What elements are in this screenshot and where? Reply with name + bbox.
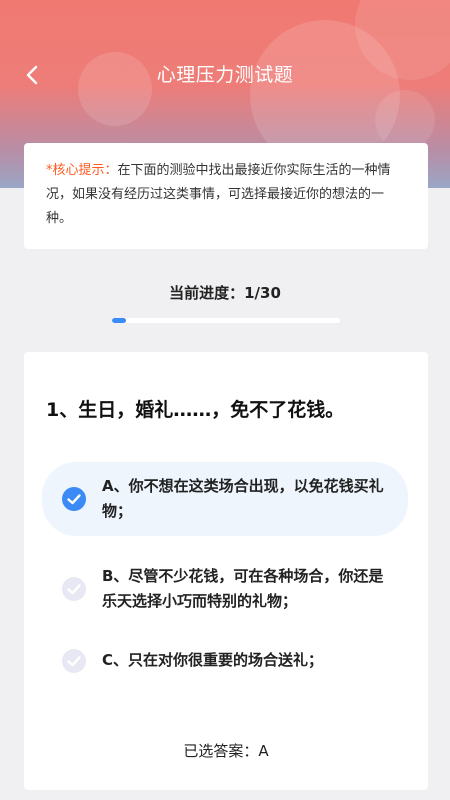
answer-value: A [258,742,269,760]
option-label: A、你不想在这类场合出现，以免花钱买礼物； [102,477,384,520]
option-label: B、尽管不少花钱，可在各种场合，你还是乐天选择小巧而特别的礼物； [102,567,384,610]
option-b[interactable]: B、尽管不少花钱，可在各种场合，你还是乐天选择小巧而特别的礼物； [42,552,408,626]
decor-bubble [375,90,435,150]
progress-label: 当前进度： [169,284,245,302]
progress-text: 当前进度：1/30 [0,282,450,303]
tip-card: *核心提示：在下面的测验中找出最接近你实际生活的一种情况，如果没有经历过这类事情… [24,143,428,249]
option-a[interactable]: A、你不想在这类场合出现，以免花钱买礼物； [42,462,408,536]
option-c[interactable]: C、只在对你很重要的场合送礼； [42,636,408,685]
answer-label: 已选答案： [183,742,259,760]
check-icon [62,577,86,601]
page-title: 心理压力测试题 [156,64,294,86]
progress-fill [112,318,126,323]
progress-value: 1/30 [244,284,281,302]
progress-bar [112,318,340,323]
selected-answer: 已选答案：A [24,740,428,761]
question-text: 1、生日，婚礼……，免不了花钱。 [46,399,345,421]
check-icon [62,487,86,511]
check-icon [62,648,86,673]
question-card: 1、生日，婚礼……，免不了花钱。 A、你不想在这类场合出现，以免花钱买礼物； B… [24,352,428,790]
tip-label: *核心提示： [46,163,118,178]
option-label: C、只在对你很重要的场合送礼； [102,651,324,669]
